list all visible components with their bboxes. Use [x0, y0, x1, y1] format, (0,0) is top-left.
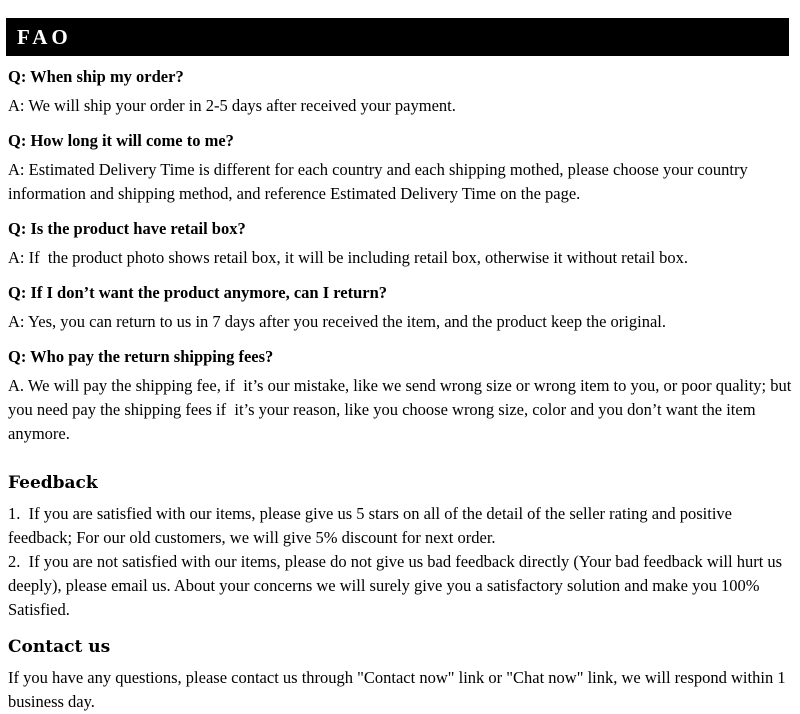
faq-question: Q: When ship my order?: [8, 67, 184, 86]
feedback-paragraph: 1. If you are satisfied with our items, …: [8, 504, 737, 547]
faq-question: Q: Who pay the return shipping fees?: [8, 347, 274, 366]
contact-paragraph: If you have any questions, please contac…: [8, 668, 790, 711]
faq-question: Q: If I don’t want the product anymore, …: [8, 283, 388, 302]
faq-question: Q: How long it will come to me?: [8, 131, 234, 150]
faq-item: Q: If I don’t want the product anymore, …: [8, 282, 792, 334]
faq-item: Q: When ship my order? A: We will ship y…: [8, 66, 792, 118]
faq-question: Q: Is the product have retail box?: [8, 219, 246, 238]
faq-page: FAO Q: When ship my order? A: We will sh…: [0, 0, 800, 711]
faq-answer: A: Estimated Delivery Time is different …: [8, 160, 752, 203]
faq-answer: A: We will ship your order in 2-5 days a…: [8, 96, 456, 115]
faq-answer: A: Yes, you can return to us in 7 days a…: [8, 312, 666, 331]
contact-heading: Contact us: [8, 637, 111, 657]
faq-content: Q: When ship my order? A: We will ship y…: [8, 66, 792, 714]
faq-item: Q: Who pay the return shipping fees? A. …: [8, 346, 792, 446]
faq-item: Q: How long it will come to me? A: Estim…: [8, 130, 792, 206]
faq-answer: A: If the product photo shows retail box…: [8, 248, 689, 267]
faq-item: Q: Is the product have retail box? A: If…: [8, 218, 792, 270]
feedback-paragraph: 2. If you are not satisfied with our ite…: [8, 552, 787, 619]
faq-title-bar: FAO: [6, 18, 789, 56]
faq-answer: A. We will pay the shipping fee, if it’s…: [8, 376, 796, 443]
feedback-heading: Feedback: [8, 473, 98, 493]
page-title: FAO: [17, 24, 72, 49]
